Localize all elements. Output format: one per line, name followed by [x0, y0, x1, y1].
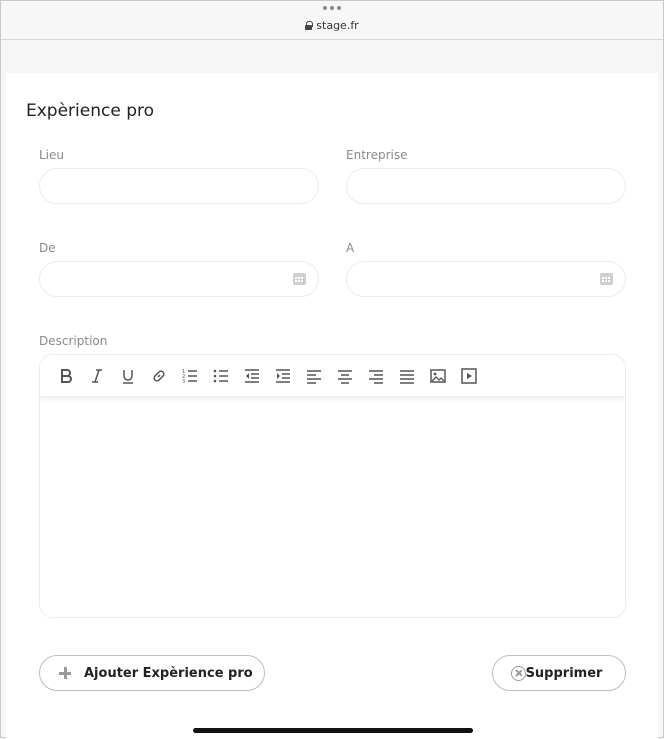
align-left-icon[interactable] — [304, 366, 324, 386]
align-right-icon[interactable] — [366, 366, 386, 386]
delete-label: Supprimer — [525, 665, 603, 681]
ordered-list-icon[interactable]: 123 — [180, 366, 200, 386]
lieu-label: Lieu — [39, 148, 65, 162]
align-justify-icon[interactable] — [397, 366, 417, 386]
link-icon[interactable] — [149, 366, 169, 386]
delete-button[interactable]: Supprimer — [492, 655, 626, 691]
close-circle-icon — [511, 666, 526, 681]
indent-icon[interactable] — [273, 366, 293, 386]
description-label: Description — [39, 334, 108, 348]
entreprise-input[interactable] — [346, 168, 626, 204]
experience-card: Expèrience pro Lieu Entreprise De A Desc… — [6, 73, 658, 739]
calendar-icon[interactable] — [293, 273, 306, 285]
video-icon[interactable] — [459, 366, 479, 386]
italic-icon[interactable] — [87, 366, 107, 386]
address-bar[interactable]: stage.fr — [1, 19, 663, 32]
editor-toolbar: 123 — [40, 355, 625, 397]
align-center-icon[interactable] — [335, 366, 355, 386]
bold-icon[interactable] — [56, 366, 76, 386]
underline-icon[interactable] — [118, 366, 138, 386]
svg-text:3: 3 — [182, 379, 185, 384]
browser-bar: stage.fr — [1, 1, 663, 40]
home-indicator[interactable] — [193, 728, 473, 733]
lieu-input[interactable] — [39, 168, 319, 204]
bullet-list-icon[interactable] — [211, 366, 231, 386]
app-frame: stage.fr Expèrience pro Lieu Entreprise … — [0, 0, 664, 739]
add-experience-label: Ajouter Expèrience pro — [84, 665, 253, 681]
outdent-icon[interactable] — [242, 366, 262, 386]
a-date-input[interactable] — [346, 261, 626, 297]
description-editor[interactable]: 123 — [39, 354, 626, 618]
lock-icon — [305, 21, 314, 30]
url-text: stage.fr — [316, 19, 359, 32]
description-textarea[interactable] — [40, 397, 625, 617]
a-label: A — [346, 241, 355, 255]
de-date-input[interactable] — [39, 261, 319, 297]
section-title: Expèrience pro — [26, 101, 155, 121]
add-experience-button[interactable]: Ajouter Expèrience pro — [39, 655, 265, 691]
entreprise-label: Entreprise — [346, 148, 408, 162]
image-icon[interactable] — [428, 366, 448, 386]
plus-icon — [59, 667, 71, 679]
calendar-icon[interactable] — [600, 273, 613, 285]
de-label: De — [39, 241, 56, 255]
tab-handle-dots[interactable] — [323, 6, 341, 10]
